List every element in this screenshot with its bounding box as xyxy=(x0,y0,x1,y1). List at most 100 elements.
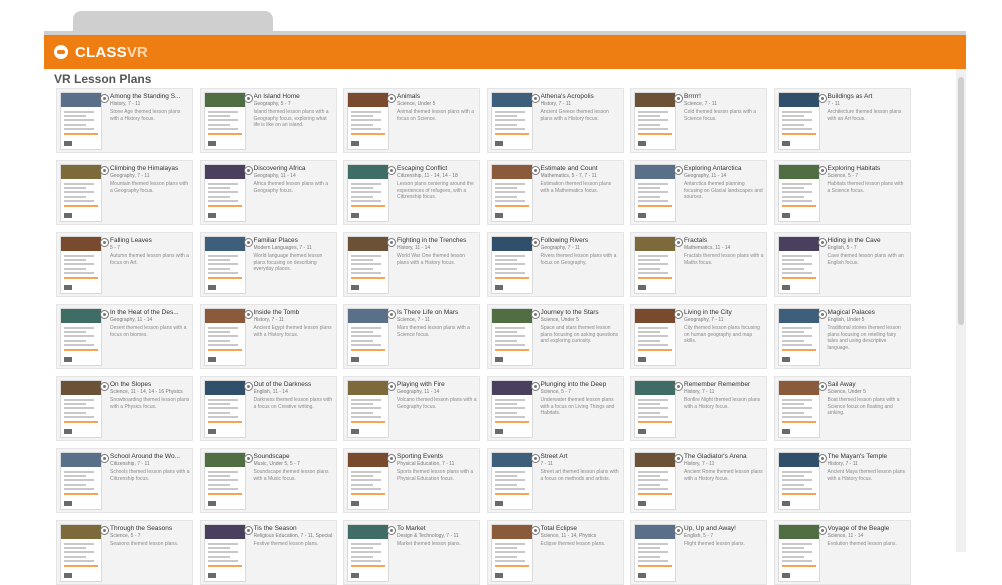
vr-badge-icon xyxy=(817,310,827,319)
page-title: VR Lesson Plans xyxy=(54,72,152,86)
lesson-card[interactable]: Brrrrr! Science, 7 - 11 Cold themed lesson… xyxy=(630,88,767,153)
thumbnail-text-line xyxy=(781,344,812,346)
lesson-description: Africa themed lesson plans with a Geogra… xyxy=(253,181,328,194)
lesson-card[interactable]: Total Eclipse Science, 11 - 14, Physics Ec… xyxy=(486,520,624,585)
lesson-card[interactable]: Familiar Places Modern Languages, 7 - 11 W… xyxy=(199,232,337,297)
lesson-description: Cave themed lesson plans with an English… xyxy=(827,253,904,266)
thumbnail-text-line xyxy=(64,543,94,545)
thumbnail-text-line xyxy=(207,124,230,126)
thumbnail-text-line xyxy=(207,344,238,346)
thumbnail-image xyxy=(635,381,675,395)
thumbnail-text-line xyxy=(781,187,804,189)
lesson-card[interactable]: Plunging into the Deep Science, 5 - 7 Unde… xyxy=(486,376,624,441)
lesson-title: Following Rivers xyxy=(540,237,589,244)
lesson-card[interactable]: Buildings as Art 7 - 11 Architecture theme… xyxy=(773,88,911,153)
lesson-subject: History, 11 - 14 xyxy=(397,245,431,251)
lesson-card[interactable]: Fighting in the Trenches History, 11 - 14… xyxy=(343,232,480,297)
lesson-subject: Mathematics, 11 - 14 xyxy=(684,245,731,251)
thumbnail-accent-bar xyxy=(64,205,98,207)
lesson-card[interactable]: Following Rivers Geography, 7 - 11 Rivers … xyxy=(486,232,624,297)
thumbnail-footer xyxy=(64,213,72,218)
lesson-card[interactable]: Athena's Acropolis History, 7 - 11 Ancient… xyxy=(486,88,624,153)
lesson-card[interactable]: Exploring Antarctica Geography, 11 - 14 An… xyxy=(630,160,767,225)
thumbnail-text-line xyxy=(64,403,86,405)
thumbnail-text-line xyxy=(494,119,525,121)
thumbnail-text-line xyxy=(207,268,230,270)
thumbnail-text-line xyxy=(494,471,525,473)
lesson-card[interactable]: Playing with Fire Geography, 11 - 14 Volca… xyxy=(343,376,480,441)
lesson-card[interactable]: Is There Life on Mars Science, 7 - 11 Mars… xyxy=(343,304,480,369)
lesson-card[interactable]: Animals Science, Under 5 Animal themed les… xyxy=(343,88,480,153)
lesson-card[interactable]: The Gladiator's Arena History, 7 - 11 Anci… xyxy=(630,448,767,513)
lesson-card[interactable]: Falling Leaves 5 - 7 Autumn themed lesson … xyxy=(56,232,193,297)
thumbnail-text-line xyxy=(781,547,804,549)
lesson-card[interactable]: To Market Design & Technology, 7 - 11 Mark… xyxy=(343,520,480,585)
thumbnail-image xyxy=(491,165,532,179)
lesson-card[interactable]: Fractals Mathematics, 11 - 14 Fractals the… xyxy=(630,232,767,297)
thumbnail-text-line xyxy=(494,556,517,558)
vr-badge-icon xyxy=(674,310,683,319)
thumbnail-image xyxy=(61,525,101,539)
lesson-card[interactable]: Among the Standing S... History, 7 - 11 St… xyxy=(56,88,193,153)
lesson-card[interactable]: Inside the Tomb History, 7 - 11 Ancient Eg… xyxy=(199,304,337,369)
lesson-card[interactable]: Voyage of the Beagle Science, 11 - 14 Evol… xyxy=(773,520,911,585)
lesson-card[interactable]: Tis the Season Religious Education, 7 - 1… xyxy=(199,520,337,585)
thumbnail-text-line xyxy=(638,543,668,545)
lesson-thumbnail xyxy=(634,452,676,510)
brand-suffix[interactable]: VR xyxy=(127,44,148,61)
lesson-description: Ancient Greece themed lesson plans with … xyxy=(540,109,609,122)
lesson-card[interactable]: Journey to the Stars Science, Under 5 Spac… xyxy=(486,304,624,369)
thumbnail-footer xyxy=(207,285,216,290)
thumbnail-footer xyxy=(781,213,790,218)
lesson-description: Underwater themed lesson plans with a fo… xyxy=(540,397,615,416)
lesson-subject: Citizenship, 7 - 11 xyxy=(110,461,150,467)
thumbnail-text-line xyxy=(207,403,230,405)
lesson-thumbnail xyxy=(203,452,246,510)
lesson-subject: Science, 7 - 11 xyxy=(397,317,430,323)
scrollbar-thumb[interactable] xyxy=(958,77,964,325)
lesson-card[interactable]: Up, Up and Away! English, 5 - 7 Flight the… xyxy=(630,520,767,585)
lesson-card[interactable]: Escaping Conflict Citizenship, 11 - 14, 1… xyxy=(343,160,480,225)
thumbnail-footer xyxy=(64,429,72,434)
thumbnail-text-line xyxy=(781,331,804,333)
thumbnail-text-line xyxy=(207,340,230,342)
thumbnail-text-line xyxy=(638,403,660,405)
lesson-card[interactable]: An Island Home Geography, 5 - 7 Island the… xyxy=(199,88,337,153)
lesson-card[interactable]: Discovering Africa Geography, 11 - 14 Afri… xyxy=(199,160,337,225)
lesson-card[interactable]: Magical Palaces English, Under 5 Tradition… xyxy=(773,304,911,369)
thumbnail-text-line xyxy=(351,272,381,274)
lesson-card[interactable]: On the Slopes Science, 11 - 14, 14 - 16 P… xyxy=(56,376,193,441)
browser-tab[interactable] xyxy=(73,11,273,33)
lesson-card[interactable]: School Around the Wo... Citizenship, 7 - … xyxy=(56,448,193,513)
lesson-card[interactable]: Estimate and Count Mathematics, 5 - 7, 7 … xyxy=(486,160,624,225)
lesson-card[interactable]: Sporting Events Physical Education, 7 - 1… xyxy=(343,448,480,513)
thumbnail-text-line xyxy=(781,407,812,409)
vr-badge-icon xyxy=(387,310,396,319)
lesson-thumbnail xyxy=(203,164,246,222)
scrollbar[interactable] xyxy=(956,69,966,552)
lesson-thumbnail xyxy=(347,452,389,510)
thumbnail-text-line xyxy=(781,484,804,486)
classvr-logo-icon[interactable] xyxy=(54,45,68,59)
lesson-card[interactable]: Out of the Darkness English, 11 - 14 Darkn… xyxy=(199,376,337,441)
lesson-card[interactable]: Hiding in the Cave English, 5 - 7 Cave the… xyxy=(773,232,911,297)
lesson-card[interactable]: Soundscape Music, Under 5, 5 - 7 Soundscap… xyxy=(199,448,337,513)
lesson-card[interactable]: Climbing the Himalayas Geography, 7 - 11 M… xyxy=(56,160,193,225)
lesson-subject: Geography, 5 - 7 xyxy=(253,101,291,107)
top-bar: CLASS VR xyxy=(44,35,966,69)
lesson-card[interactable]: In the Heat of the Des... Geography, 11 -… xyxy=(56,304,193,369)
lesson-card[interactable]: Sail Away Science, Under 5 Boat themed les… xyxy=(773,376,911,441)
lesson-card[interactable]: The Mayan's Temple History, 7 - 11 Ancient… xyxy=(773,448,911,513)
lesson-card[interactable]: Street Art 7 - 11 Street art themed lesson… xyxy=(486,448,624,513)
lesson-card[interactable]: Exploring Habitats Science, 5 - 7 Habitats… xyxy=(773,160,911,225)
lesson-subject: Science, 11 - 14 xyxy=(827,533,864,539)
thumbnail-text-line xyxy=(351,412,373,414)
lesson-card[interactable]: Remember Remember History, 7 - 11 Bonfire … xyxy=(630,376,767,441)
thumbnail-text-line xyxy=(781,272,812,274)
lesson-subject: English, 11 - 14 xyxy=(253,389,288,395)
thumbnail-image xyxy=(491,237,532,251)
lesson-card[interactable]: Through the Seasons Science, 5 - 7 Seasons… xyxy=(56,520,193,585)
lesson-card[interactable]: Living in the City Geography, 7 - 11 City … xyxy=(630,304,767,369)
thumbnail-text-line xyxy=(64,412,86,414)
brand-name[interactable]: CLASS xyxy=(75,44,127,61)
